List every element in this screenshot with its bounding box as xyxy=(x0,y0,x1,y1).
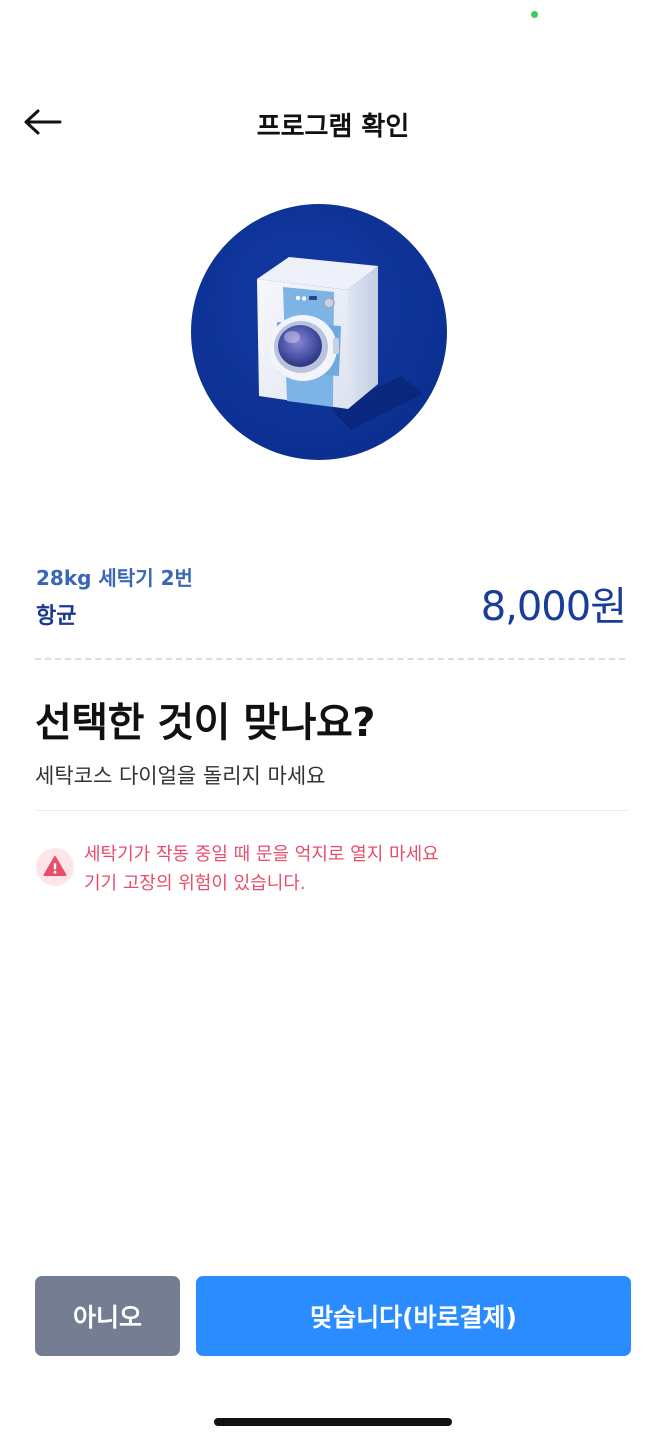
machine-name: 28kg 세탁기 2번 xyxy=(36,566,193,590)
warning-line-2: 기기 고장의 위험이 있습니다. xyxy=(84,873,306,894)
page-title: 프로그램 확인 xyxy=(256,112,410,142)
washing-machine-illustration xyxy=(191,204,447,460)
status-indicator-dot xyxy=(531,11,538,18)
confirm-pay-button[interactable]: 맞습니다(바로결제) xyxy=(196,1276,631,1356)
confirm-question: 선택한 것이 맞나요? xyxy=(35,700,375,746)
warning-icon xyxy=(43,856,67,876)
price: 8,000원 xyxy=(480,584,627,630)
program-name: 항균 xyxy=(36,604,77,629)
instruction-text: 세탁코스 다이얼을 돌리지 마세요 xyxy=(35,764,326,788)
no-button[interactable]: 아니오 xyxy=(35,1276,180,1356)
warning-message: 세탁기가 작동 중일 때 문을 억지로 열지 마세요 기기 고장의 위험이 있습… xyxy=(84,840,439,898)
warning-line-1: 세탁기가 작동 중일 때 문을 억지로 열지 마세요 xyxy=(84,844,439,865)
warning-badge xyxy=(36,848,74,886)
divider xyxy=(35,810,629,811)
home-indicator[interactable] xyxy=(214,1418,452,1426)
dashed-divider xyxy=(35,658,625,660)
